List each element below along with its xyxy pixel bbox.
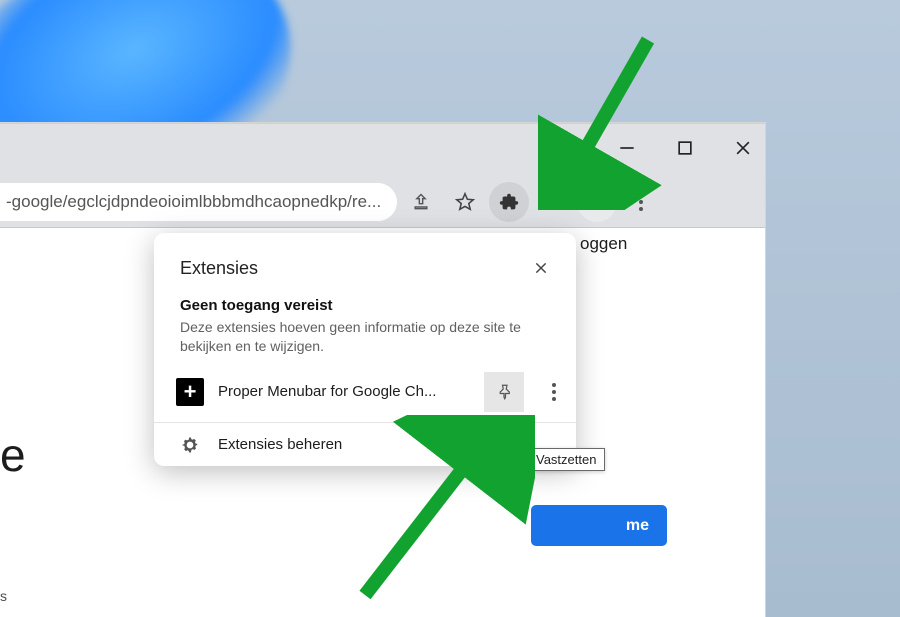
pin-icon	[495, 383, 513, 401]
popup-title: Extensies	[180, 258, 258, 279]
bookmark-star-icon[interactable]	[445, 182, 485, 222]
extensions-popup: Extensies Geen toegang vereist Deze exte…	[154, 233, 576, 466]
no-access-description: Deze extensies hoeven geen informatie op…	[180, 318, 550, 356]
url-text: -google/egclcjdpndeoioimlbbbmdhcaopnedkp…	[6, 192, 381, 212]
visible-page-text-s: s	[0, 588, 7, 604]
profile-avatar-icon[interactable]	[577, 182, 617, 222]
chrome-menu-icon[interactable]	[621, 182, 661, 222]
window-maximize-icon[interactable]	[675, 138, 695, 163]
manage-extensions-button[interactable]: Extensies beheren	[154, 423, 576, 467]
extension-icon: +	[176, 378, 204, 406]
visible-page-button[interactable]: me	[531, 505, 667, 546]
sidepanel-icon[interactable]	[533, 182, 573, 222]
manage-extensions-label: Extensies beheren	[218, 436, 342, 453]
share-icon[interactable]	[401, 182, 441, 222]
no-access-section: Geen toegang vereist Deze extensies hoev…	[154, 293, 576, 356]
visible-page-text-e: e	[0, 428, 26, 482]
window-minimize-icon[interactable]	[617, 138, 637, 163]
pin-extension-button[interactable]	[484, 372, 524, 412]
tab-dropdown-icon[interactable]	[559, 138, 579, 163]
pin-tooltip: Vastzetten	[527, 448, 605, 471]
no-access-title: Geen toegang vereist	[180, 297, 550, 314]
address-bar-row: -google/egclcjdpndeoioimlbbbmdhcaopnedkp…	[0, 176, 765, 228]
extension-more-icon[interactable]	[538, 372, 570, 412]
url-bar[interactable]: -google/egclcjdpndeoioimlbbbmdhcaopnedkp…	[0, 183, 397, 221]
extension-name: Proper Menubar for Google Ch...	[218, 383, 470, 400]
gear-icon	[180, 435, 200, 455]
extension-row[interactable]: + Proper Menubar for Google Ch...	[154, 356, 576, 422]
close-icon[interactable]	[526, 253, 556, 283]
window-titlebar	[0, 124, 765, 176]
visible-page-button-label: me	[626, 517, 649, 535]
visible-page-text-login: oggen	[580, 234, 627, 254]
window-close-icon[interactable]	[733, 138, 753, 163]
extensions-puzzle-icon[interactable]	[489, 182, 529, 222]
